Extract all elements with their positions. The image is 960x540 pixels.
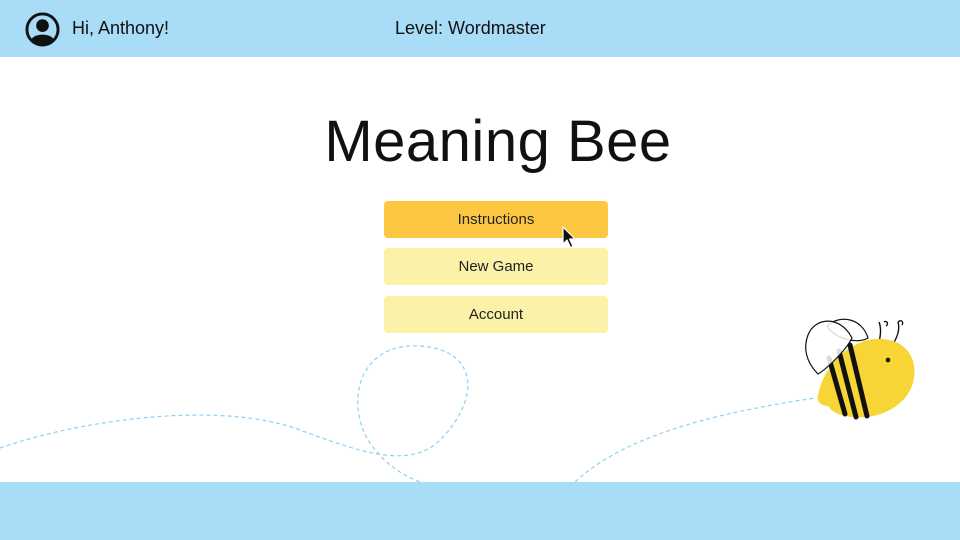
top-bar: Hi, Anthony! Level: Wordmaster [0, 0, 960, 57]
bee-icon [805, 318, 915, 420]
greeting-text: Hi, Anthony! [72, 18, 170, 38]
new-game-button[interactable]: New Game [384, 248, 608, 285]
user-avatar-icon[interactable] [25, 12, 60, 47]
pointer-cursor-icon [562, 226, 576, 249]
level-text: Level: Wordmaster [395, 18, 546, 38]
bottom-bar [0, 482, 960, 540]
page-title: Meaning Bee [324, 109, 672, 174]
